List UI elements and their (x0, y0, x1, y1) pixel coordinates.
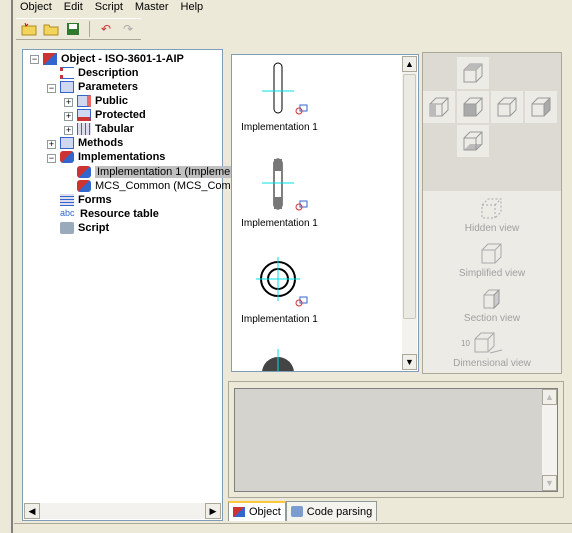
scroll-up-button[interactable]: ▲ (402, 56, 417, 72)
script-icon (290, 506, 303, 517)
save-icon[interactable] (64, 20, 82, 38)
tree-item-root[interactable]: Object - ISO-3601-1-AIP (43, 52, 184, 66)
left-view-button[interactable] (423, 91, 455, 123)
tab-object[interactable]: Object (228, 501, 286, 521)
form-icon (60, 194, 74, 206)
implementation-preview-list[interactable]: Implementation 1 Implementation 1 Implem… (231, 54, 419, 372)
tree-item-mcs-common[interactable]: MCS_Common (MCS_Commc (77, 179, 245, 193)
tree-item-protected[interactable]: Protected (77, 108, 146, 122)
implementation-icon (77, 180, 91, 192)
vertical-scrollbar[interactable]: ▲ ▼ (402, 56, 417, 370)
output-text-area[interactable]: ▲ ▼ (234, 388, 558, 492)
section-view-icon[interactable] (480, 287, 504, 311)
view-mode-section: Hidden view Simplified view Section view… (423, 191, 561, 373)
bottom-view-button[interactable] (457, 125, 489, 157)
abc-icon: abc (60, 208, 75, 218)
back-view-button[interactable] (525, 91, 557, 123)
view-panel: Hidden view Simplified view Section view… (422, 52, 562, 374)
expand-toggle[interactable]: + (64, 112, 73, 121)
menu-script[interactable]: Script (89, 0, 129, 15)
object-icon (233, 507, 245, 517)
right-view-button[interactable] (491, 91, 523, 123)
hidden-view-icon[interactable] (480, 197, 504, 221)
menu-edit[interactable]: Edit (58, 0, 89, 15)
scroll-right-button[interactable]: ▶ (205, 503, 221, 519)
front-view-button[interactable] (457, 91, 489, 123)
redo-icon[interactable]: ↷ (119, 20, 137, 38)
object-icon (43, 53, 57, 65)
tree-item-tabular[interactable]: Tabular (77, 122, 134, 136)
implementation-icon (60, 151, 74, 163)
collapse-toggle[interactable]: − (30, 55, 39, 64)
window-edge (0, 0, 13, 533)
expand-toggle[interactable]: + (64, 98, 73, 107)
bottom-tabs: Object Code parsing (228, 501, 378, 521)
preview-item[interactable]: Implementation 1 (232, 61, 327, 133)
partial-thumbnail (262, 349, 294, 371)
tree-item-script[interactable]: Script (60, 221, 109, 235)
toolbar: ↶ ↷ (16, 18, 141, 40)
menu-help[interactable]: Help (175, 0, 210, 15)
scrollbar-thumb[interactable] (403, 74, 416, 319)
preview-item[interactable]: Implementation 1 (232, 253, 327, 325)
front-view-thumbnail (256, 257, 308, 307)
list-icon (60, 67, 74, 79)
protected-icon (77, 109, 91, 121)
section-view-thumbnail (262, 158, 308, 211)
hidden-view-button[interactable]: Hidden view (423, 223, 561, 234)
tree-item-parameters[interactable]: Parameters (60, 80, 138, 94)
expand-toggle[interactable]: + (64, 126, 73, 135)
tree-item-resource-table[interactable]: abc Resource table (60, 207, 159, 221)
parameters-icon (60, 81, 74, 93)
tree-item-description[interactable]: Description (60, 66, 139, 80)
methods-icon (60, 137, 74, 149)
tab-code-parsing[interactable]: Code parsing (285, 501, 378, 521)
object-tree[interactable]: − Object - ISO-3601-1-AIP Description − … (22, 49, 248, 521)
expand-toggle[interactable]: + (47, 140, 56, 149)
table-icon (77, 123, 91, 135)
collapse-toggle[interactable]: − (47, 84, 56, 93)
menu-object[interactable]: Object (14, 0, 58, 15)
new-icon[interactable] (20, 20, 38, 38)
open-icon[interactable] (42, 20, 60, 38)
top-view-button[interactable] (457, 57, 489, 89)
dimension-value: 10 (461, 339, 470, 348)
output-panel: ▲ ▼ (228, 381, 564, 498)
undo-icon[interactable]: ↶ (97, 20, 115, 38)
tree-item-public[interactable]: Public (77, 94, 128, 108)
tree-item-forms[interactable]: Forms (60, 193, 112, 207)
toolbar-separator (89, 21, 90, 37)
tree-item-implementation-1[interactable]: Implementation 1 (Implementa (77, 165, 248, 179)
horizontal-scrollbar[interactable]: ◀ ▶ (24, 503, 221, 519)
side-view-thumbnail (262, 62, 308, 115)
section-view-button[interactable]: Section view (423, 313, 561, 324)
simplified-view-icon[interactable] (480, 242, 504, 266)
scroll-down-button[interactable]: ▼ (402, 354, 417, 370)
menu-master[interactable]: Master (129, 0, 175, 15)
dimensional-view-button[interactable]: Dimensional view (423, 358, 561, 369)
tree-item-implementations[interactable]: Implementations (60, 150, 165, 164)
menu-bar: Object Edit Script Master Help (14, 0, 572, 15)
output-scrollbar[interactable]: ▲ ▼ (542, 389, 557, 491)
scroll-up-button[interactable]: ▲ (542, 389, 557, 405)
scroll-left-button[interactable]: ◀ (24, 503, 40, 519)
tree-item-methods[interactable]: Methods (60, 136, 123, 150)
status-bar (14, 523, 572, 533)
collapse-toggle[interactable]: − (47, 154, 56, 163)
dimensional-view-icon[interactable] (473, 331, 507, 355)
scroll-down-button[interactable]: ▼ (542, 475, 557, 491)
preview-item[interactable]: Implementation 1 (232, 157, 327, 229)
implementation-icon (77, 166, 91, 178)
public-icon (77, 95, 91, 107)
script-icon (60, 222, 74, 234)
simplified-view-button[interactable]: Simplified view (423, 268, 561, 279)
